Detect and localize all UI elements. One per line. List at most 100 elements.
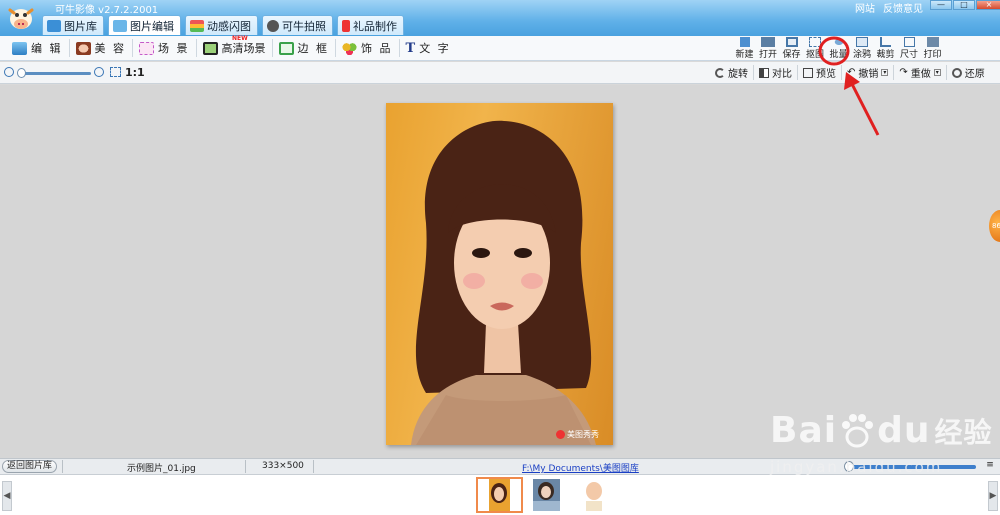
camera-icon bbox=[267, 19, 279, 32]
tab-label: 图片编辑 bbox=[130, 19, 174, 33]
compare-button[interactable]: 对比 bbox=[754, 65, 798, 80]
side-float-button[interactable]: 86 bbox=[989, 210, 1000, 242]
zoom-in-icon[interactable] bbox=[94, 67, 104, 77]
resize-icon bbox=[903, 37, 915, 47]
tab-gallery[interactable]: 图片库 bbox=[42, 15, 104, 35]
folder-path-link[interactable]: F:\My Documents\美图图库 bbox=[522, 461, 639, 474]
cutout-button[interactable]: 抠图 bbox=[804, 36, 827, 60]
new-button[interactable]: 新建 bbox=[733, 36, 756, 60]
thumbnail-2[interactable] bbox=[533, 479, 560, 511]
print-button[interactable]: 打印 bbox=[921, 36, 944, 60]
website-link[interactable]: 网站 bbox=[855, 0, 875, 15]
undo-button[interactable]: ↶ 撤销 ▾ bbox=[842, 65, 895, 80]
tool-text[interactable]: T 文 字 bbox=[400, 39, 457, 57]
frame-icon bbox=[278, 41, 294, 55]
actual-size-button[interactable]: 1:1 bbox=[125, 66, 145, 79]
main-tabs: 图片库 图片编辑 动感闪图 可牛拍照 礼品制作 bbox=[42, 15, 404, 35]
tool-frame[interactable]: 边 框 bbox=[273, 39, 336, 57]
gift-icon bbox=[342, 19, 350, 32]
thumbnail-3[interactable] bbox=[582, 479, 606, 511]
strip-next-button[interactable]: ▶ bbox=[988, 481, 998, 511]
compare-label: 对比 bbox=[772, 69, 792, 80]
minimize-button[interactable]: — bbox=[930, 0, 952, 10]
scene-icon bbox=[139, 41, 154, 55]
tool-label: 边 框 bbox=[297, 42, 329, 55]
tab-gift[interactable]: 礼品制作 bbox=[337, 15, 404, 35]
view-toolbar: 1:1 旋转 对比 预览 ↶ 撤销 ▾ ↷ 重做 ▾ 还原 bbox=[0, 62, 1000, 84]
status-divider bbox=[245, 460, 246, 473]
tool-label: 编 辑 bbox=[31, 42, 63, 55]
editing-canvas[interactable]: 美图秀秀 86 bbox=[0, 85, 1000, 458]
restore-button[interactable]: 还原 bbox=[947, 65, 990, 80]
close-button[interactable]: × bbox=[976, 0, 1000, 10]
new-label: 新建 bbox=[735, 50, 754, 60]
resize-button[interactable]: 尺寸 bbox=[898, 36, 921, 60]
resize-label: 尺寸 bbox=[899, 50, 918, 60]
undo-icon: ↶ bbox=[847, 67, 856, 78]
open-icon bbox=[761, 37, 775, 47]
accessory-icon bbox=[342, 41, 357, 55]
open-button[interactable]: 打开 bbox=[757, 36, 780, 60]
fit-window-icon[interactable] bbox=[110, 67, 121, 77]
tab-label: 图片库 bbox=[64, 19, 97, 33]
cutout-label: 抠图 bbox=[805, 50, 824, 60]
doodle-button[interactable]: 涂鸦 bbox=[851, 36, 874, 60]
tool-label: 文 字 bbox=[419, 42, 451, 55]
batch-label: 批量 bbox=[829, 50, 848, 60]
watermark-logo-icon bbox=[556, 430, 565, 439]
animation-icon bbox=[190, 19, 204, 32]
text-icon: T bbox=[405, 40, 416, 56]
jingyan-url: jingyan.baidu.com bbox=[770, 458, 943, 476]
batch-icon bbox=[831, 37, 846, 47]
crop-button[interactable]: 裁剪 bbox=[874, 36, 897, 60]
baidu-logo: Bai du 经验 bbox=[770, 410, 993, 451]
image-dimensions: 333×500 bbox=[262, 461, 304, 471]
restore-icon bbox=[951, 67, 962, 78]
strip-menu-icon[interactable]: ≡ bbox=[984, 460, 996, 473]
tool-beauty[interactable]: 美 容 bbox=[70, 39, 133, 57]
redo-button[interactable]: ↷ 重做 ▾ bbox=[894, 65, 947, 80]
zoom-out-icon[interactable] bbox=[4, 67, 14, 77]
rotate-button[interactable]: 旋转 bbox=[710, 65, 754, 80]
title-bar: 可牛影像 v2.7.2.2001 图片库 图片编辑 动感闪图 可牛拍照 礼品制作… bbox=[0, 0, 1000, 36]
edit-toolbar: 编 辑 美 容 场 景 高清场景 边 框 饰 品 T 文 字 NEW 新建 打开… bbox=[0, 35, 1000, 61]
tab-image-edit[interactable]: 图片编辑 bbox=[108, 15, 181, 35]
tool-label: 饰 品 bbox=[361, 42, 393, 55]
thumbnail-1[interactable] bbox=[476, 477, 523, 513]
undo-dropdown-icon[interactable]: ▾ bbox=[881, 69, 889, 76]
strip-prev-button[interactable]: ◀ bbox=[2, 481, 12, 511]
tool-scene[interactable]: 场 景 bbox=[133, 39, 197, 57]
tab-camera[interactable]: 可牛拍照 bbox=[262, 15, 333, 35]
tool-accessory[interactable]: 饰 品 bbox=[336, 39, 400, 57]
tab-label: 动感闪图 bbox=[207, 19, 251, 33]
tab-label: 礼品制作 bbox=[353, 19, 397, 33]
back-to-gallery-button[interactable]: 返回图片库 bbox=[2, 460, 58, 473]
feedback-link[interactable]: 反馈意见 bbox=[883, 0, 923, 15]
gallery-icon bbox=[47, 19, 61, 32]
zoom-slider[interactable] bbox=[19, 72, 91, 75]
paw-icon bbox=[842, 413, 874, 447]
file-name: 示例图片_01.jpg bbox=[127, 464, 196, 474]
zoom-slider-thumb[interactable] bbox=[17, 68, 26, 78]
edited-photo[interactable]: 美图秀秀 bbox=[386, 103, 613, 445]
rotate-icon bbox=[715, 67, 725, 78]
doodle-icon bbox=[856, 37, 868, 47]
maximize-button[interactable]: □ bbox=[953, 0, 975, 10]
batch-button[interactable]: 批量 bbox=[827, 36, 850, 60]
cutout-icon bbox=[809, 37, 821, 47]
status-divider bbox=[313, 460, 314, 473]
redo-dropdown-icon[interactable]: ▾ bbox=[933, 69, 941, 76]
tab-animation[interactable]: 动感闪图 bbox=[185, 15, 258, 35]
crop-icon bbox=[880, 37, 891, 47]
tool-edit[interactable]: 编 辑 bbox=[6, 39, 70, 57]
baidu-brand-text: Bai bbox=[770, 410, 838, 451]
compare-icon bbox=[759, 67, 769, 78]
tool-label: 场 景 bbox=[158, 42, 190, 55]
preview-icon bbox=[803, 67, 813, 78]
redo-icon: ↷ bbox=[899, 67, 908, 78]
restore-label: 还原 bbox=[964, 69, 985, 80]
save-button[interactable]: 保存 bbox=[780, 36, 803, 60]
file-tools: 新建 打开 保存 抠图 批量 涂鸦 裁剪 尺寸 打印 bbox=[733, 36, 945, 60]
preview-button[interactable]: 预览 bbox=[798, 65, 842, 80]
tab-label: 可牛拍照 bbox=[282, 19, 326, 33]
